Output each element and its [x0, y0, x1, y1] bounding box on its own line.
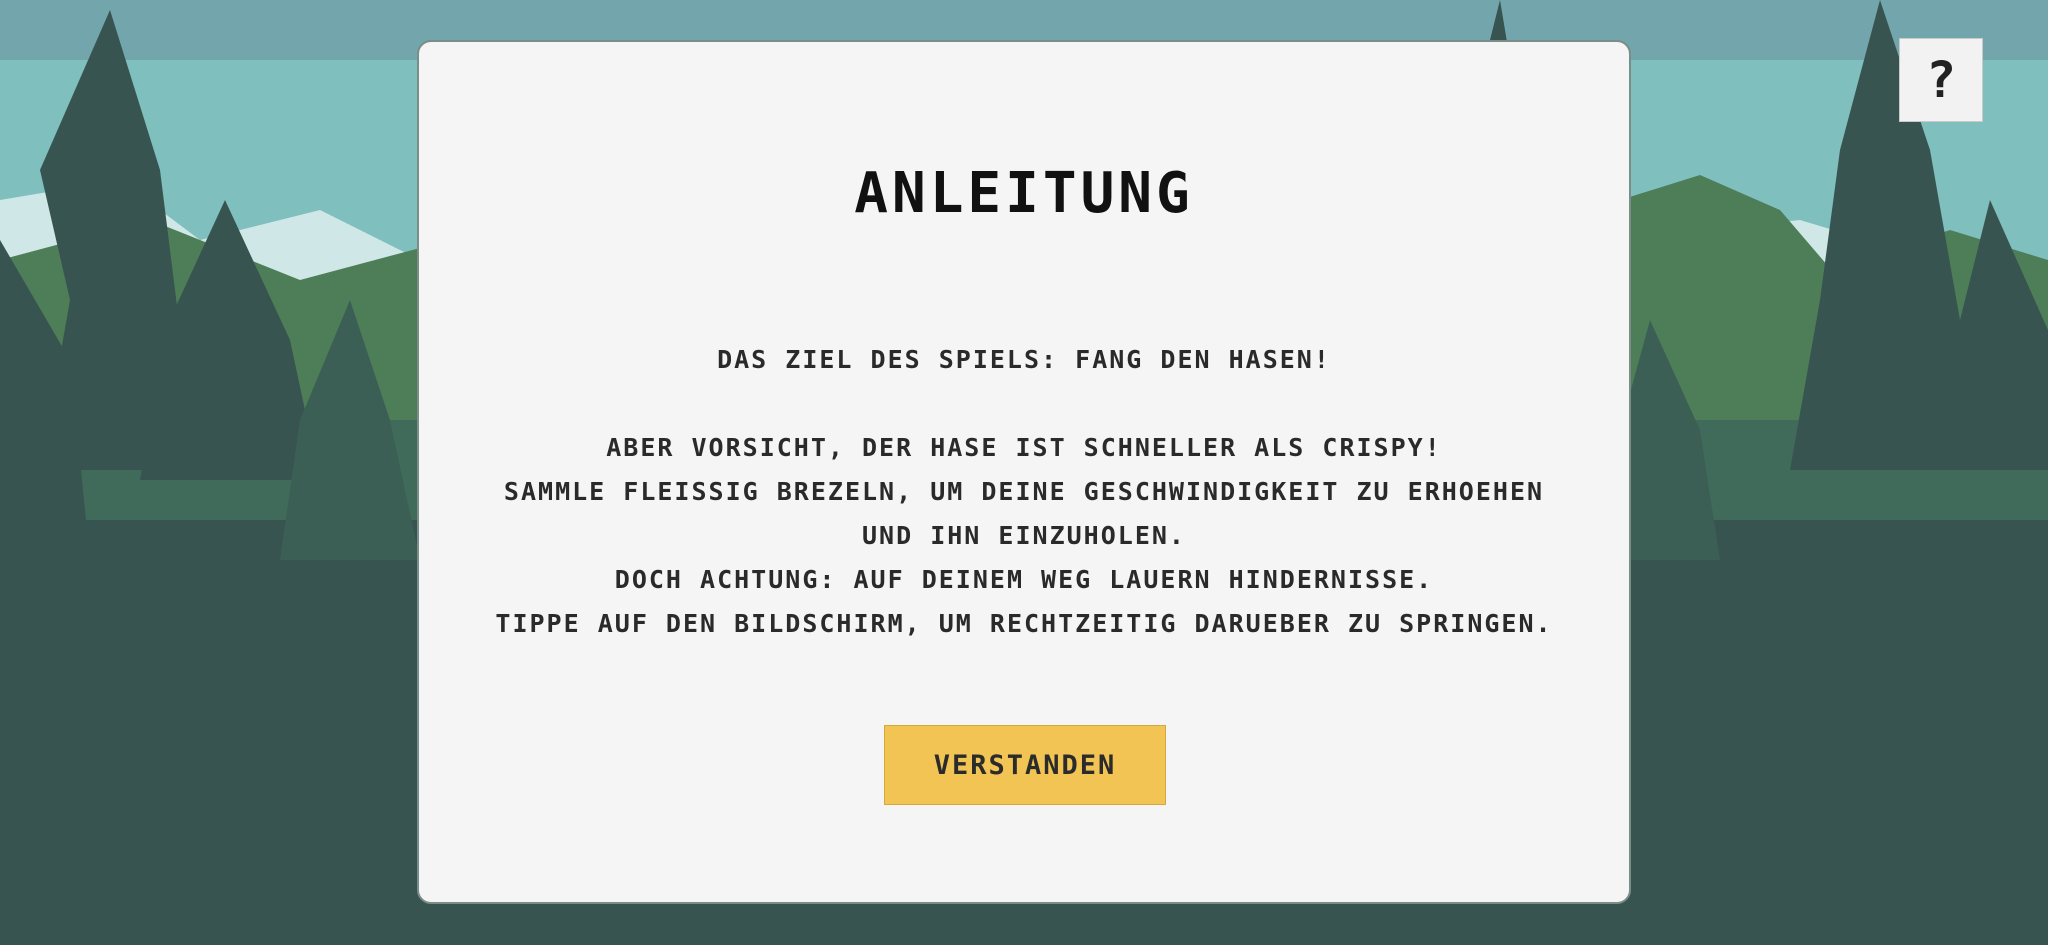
goal-text: Das Ziel des Spiels: Fang den Hasen! — [717, 345, 1331, 374]
dialog-title: Anleitung — [854, 161, 1194, 226]
help-button[interactable]: ? — [1899, 38, 1983, 122]
instruction-line: Sammle fleissig Brezeln, um deine Geschw… — [503, 477, 1545, 550]
instructions-dialog: Anleitung Das Ziel des Spiels: Fang den … — [417, 40, 1631, 904]
instruction-line: Aber Vorsicht, der Hase ist schneller al… — [606, 433, 1442, 462]
instruction-line: Tippe auf den Bildschirm, um rechtzeitig… — [495, 609, 1553, 638]
instruction-line: Doch Achtung: Auf deinem Weg lauern Hind… — [614, 565, 1434, 594]
question-icon: ? — [1925, 51, 1957, 109]
dialog-body: Das Ziel des Spiels: Fang den Hasen! Abe… — [479, 338, 1569, 646]
confirm-button[interactable]: Verstanden — [884, 725, 1166, 805]
game-screen: ? Anleitung Das Ziel des Spiels: Fang de… — [0, 0, 2048, 945]
